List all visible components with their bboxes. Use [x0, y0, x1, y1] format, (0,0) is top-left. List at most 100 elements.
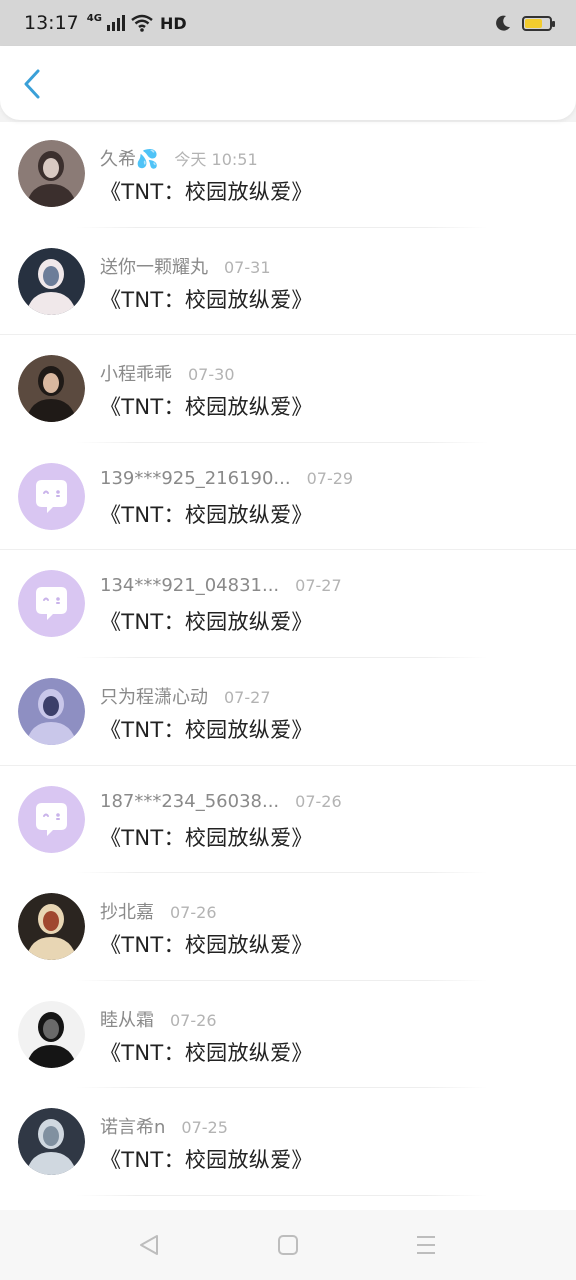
status-bar: 13:17 4G HD	[0, 0, 576, 46]
timestamp: 07-31	[224, 257, 271, 277]
header	[0, 46, 576, 120]
screen: 13:17 4G HD 久希💦 今天 10:51 《TNT：校园放纵爱》 送你一…	[0, 0, 576, 1280]
timestamp: 今天 10:51	[174, 150, 258, 169]
avatar[interactable]	[18, 893, 85, 961]
user-name[interactable]: 只为程潇心动	[100, 683, 208, 709]
item-text: 久希💦 今天 10:51 《TNT：校园放纵爱》	[100, 140, 313, 206]
network-label: 4G	[86, 13, 102, 24]
user-name[interactable]: 134***921_04831...	[100, 575, 279, 596]
list-item[interactable]: 诺言希n 07-25 《TNT：校园放纵爱》	[0, 1088, 576, 1196]
battery-icon	[522, 15, 555, 31]
meta-line: 送你一颗耀丸 07-31	[100, 253, 313, 279]
item-text: 送你一颗耀丸 07-31 《TNT：校园放纵爱》	[100, 248, 313, 314]
user-name[interactable]: 久希💦	[100, 145, 158, 171]
list-item[interactable]: 只为程潇心动 07-27 《TNT：校园放纵爱》	[0, 658, 576, 766]
timestamp: 07-27	[295, 576, 342, 596]
book-title[interactable]: 《TNT：校园放纵爱》	[100, 929, 313, 959]
book-title[interactable]: 《TNT：校园放纵爱》	[100, 714, 313, 744]
list-item[interactable]: 小程乖乖 07-30 《TNT：校园放纵爱》	[0, 335, 576, 443]
nav-home-button[interactable]	[275, 1232, 301, 1258]
timestamp: 07-30	[188, 365, 235, 385]
timestamp: 07-26	[170, 903, 217, 923]
item-text: 139***925_216190... 07-29 《TNT：校园放纵爱》	[100, 463, 353, 529]
list-item[interactable]: 睦从霜 07-26 《TNT：校园放纵爱》	[0, 981, 576, 1089]
book-title[interactable]: 《TNT：校园放纵爱》	[100, 499, 353, 529]
timestamp: 07-26	[170, 1010, 217, 1030]
list-item[interactable]: 134***921_04831... 07-27 《TNT：校园放纵爱》	[0, 550, 576, 658]
avatar[interactable]	[18, 1000, 85, 1068]
meta-line: 诺言希n 07-25	[100, 1113, 313, 1139]
system-nav-bar	[0, 1210, 576, 1280]
avatar[interactable]	[18, 677, 85, 745]
timestamp: 07-25	[181, 1118, 228, 1138]
user-name[interactable]: 睦从霜	[100, 1006, 154, 1032]
item-text: 睦从霜 07-26 《TNT：校园放纵爱》	[100, 1001, 313, 1067]
item-text: 小程乖乖 07-30 《TNT：校园放纵爱》	[100, 355, 313, 421]
status-right	[494, 14, 555, 32]
item-text: 诺言希n 07-25 《TNT：校园放纵爱》	[100, 1108, 313, 1174]
user-name[interactable]: 诺言希n	[100, 1113, 165, 1139]
book-title[interactable]: 《TNT：校园放纵爱》	[100, 1037, 313, 1067]
book-title[interactable]: 《TNT：校园放纵爱》	[100, 176, 313, 206]
menu-lines-icon	[417, 1236, 435, 1254]
meta-line: 只为程潇心动 07-27	[100, 683, 313, 709]
item-text: 134***921_04831... 07-27 《TNT：校园放纵爱》	[100, 570, 342, 636]
item-text: 抄北嘉 07-26 《TNT：校园放纵爱》	[100, 893, 313, 959]
list-item[interactable]: 久希💦 今天 10:51 《TNT：校园放纵爱》	[0, 120, 576, 228]
signal-icon	[106, 15, 125, 31]
avatar[interactable]	[18, 247, 85, 315]
nav-menu-button[interactable]	[413, 1232, 439, 1258]
meta-line: 139***925_216190... 07-29	[100, 468, 353, 494]
book-title[interactable]: 《TNT：校园放纵爱》	[100, 391, 313, 421]
meta-line: 134***921_04831... 07-27	[100, 575, 342, 601]
avatar[interactable]	[18, 355, 85, 423]
meta-line: 久希💦 今天 10:51	[100, 145, 313, 171]
default-avatar[interactable]	[18, 570, 85, 638]
book-title[interactable]: 《TNT：校园放纵爱》	[100, 822, 342, 852]
item-text: 只为程潇心动 07-27 《TNT：校园放纵爱》	[100, 678, 313, 744]
user-name[interactable]: 187***234_56038...	[100, 791, 279, 812]
status-time: 13:17	[24, 12, 79, 34]
back-button[interactable]	[14, 66, 50, 102]
hd-label: HD	[159, 13, 187, 33]
avatar[interactable]	[18, 140, 85, 207]
moon-icon	[496, 15, 510, 31]
chat-bubble-face-icon	[18, 785, 85, 853]
book-title[interactable]: 《TNT：校园放纵爱》	[100, 1144, 313, 1174]
triangle-back-icon	[140, 1235, 158, 1255]
default-avatar[interactable]	[18, 462, 85, 530]
square-home-icon	[278, 1235, 298, 1255]
user-photo	[18, 1108, 85, 1176]
user-photo	[18, 355, 85, 423]
default-avatar[interactable]	[18, 785, 85, 853]
user-photo	[18, 247, 85, 315]
timestamp: 07-29	[306, 468, 354, 488]
user-photo	[18, 1000, 85, 1068]
user-photo	[18, 677, 85, 745]
user-photo	[18, 893, 85, 961]
meta-line: 抄北嘉 07-26	[100, 898, 313, 924]
list-item[interactable]: 139***925_216190... 07-29 《TNT：校园放纵爱》	[0, 443, 576, 551]
avatar[interactable]	[18, 1108, 85, 1176]
book-title[interactable]: 《TNT：校园放纵爱》	[100, 284, 313, 314]
divider	[76, 1194, 488, 1196]
meta-line: 睦从霜 07-26	[100, 1006, 313, 1032]
user-name[interactable]: 送你一颗耀丸	[100, 253, 208, 279]
chevron-left-icon	[24, 69, 40, 99]
list-item[interactable]: 187***234_56038... 07-26 《TNT：校园放纵爱》	[0, 766, 576, 874]
list-item[interactable]: 抄北嘉 07-26 《TNT：校园放纵爱》	[0, 873, 576, 981]
user-name[interactable]: 139***925_216190...	[100, 468, 291, 489]
book-title[interactable]: 《TNT：校园放纵爱》	[100, 606, 342, 636]
user-name[interactable]: 小程乖乖	[100, 360, 172, 386]
list-item[interactable]: 送你一颗耀丸 07-31 《TNT：校园放纵爱》	[0, 228, 576, 336]
chat-bubble-face-icon	[18, 570, 85, 638]
item-text: 187***234_56038... 07-26 《TNT：校园放纵爱》	[100, 786, 342, 852]
meta-line: 187***234_56038... 07-26	[100, 791, 342, 817]
meta-line: 小程乖乖 07-30	[100, 360, 313, 386]
timestamp: 07-26	[295, 791, 342, 811]
timestamp: 07-27	[224, 687, 271, 707]
chat-bubble-face-icon	[18, 462, 85, 530]
user-name[interactable]: 抄北嘉	[100, 898, 154, 924]
nav-back-button[interactable]	[136, 1232, 162, 1258]
user-photo	[18, 140, 85, 207]
